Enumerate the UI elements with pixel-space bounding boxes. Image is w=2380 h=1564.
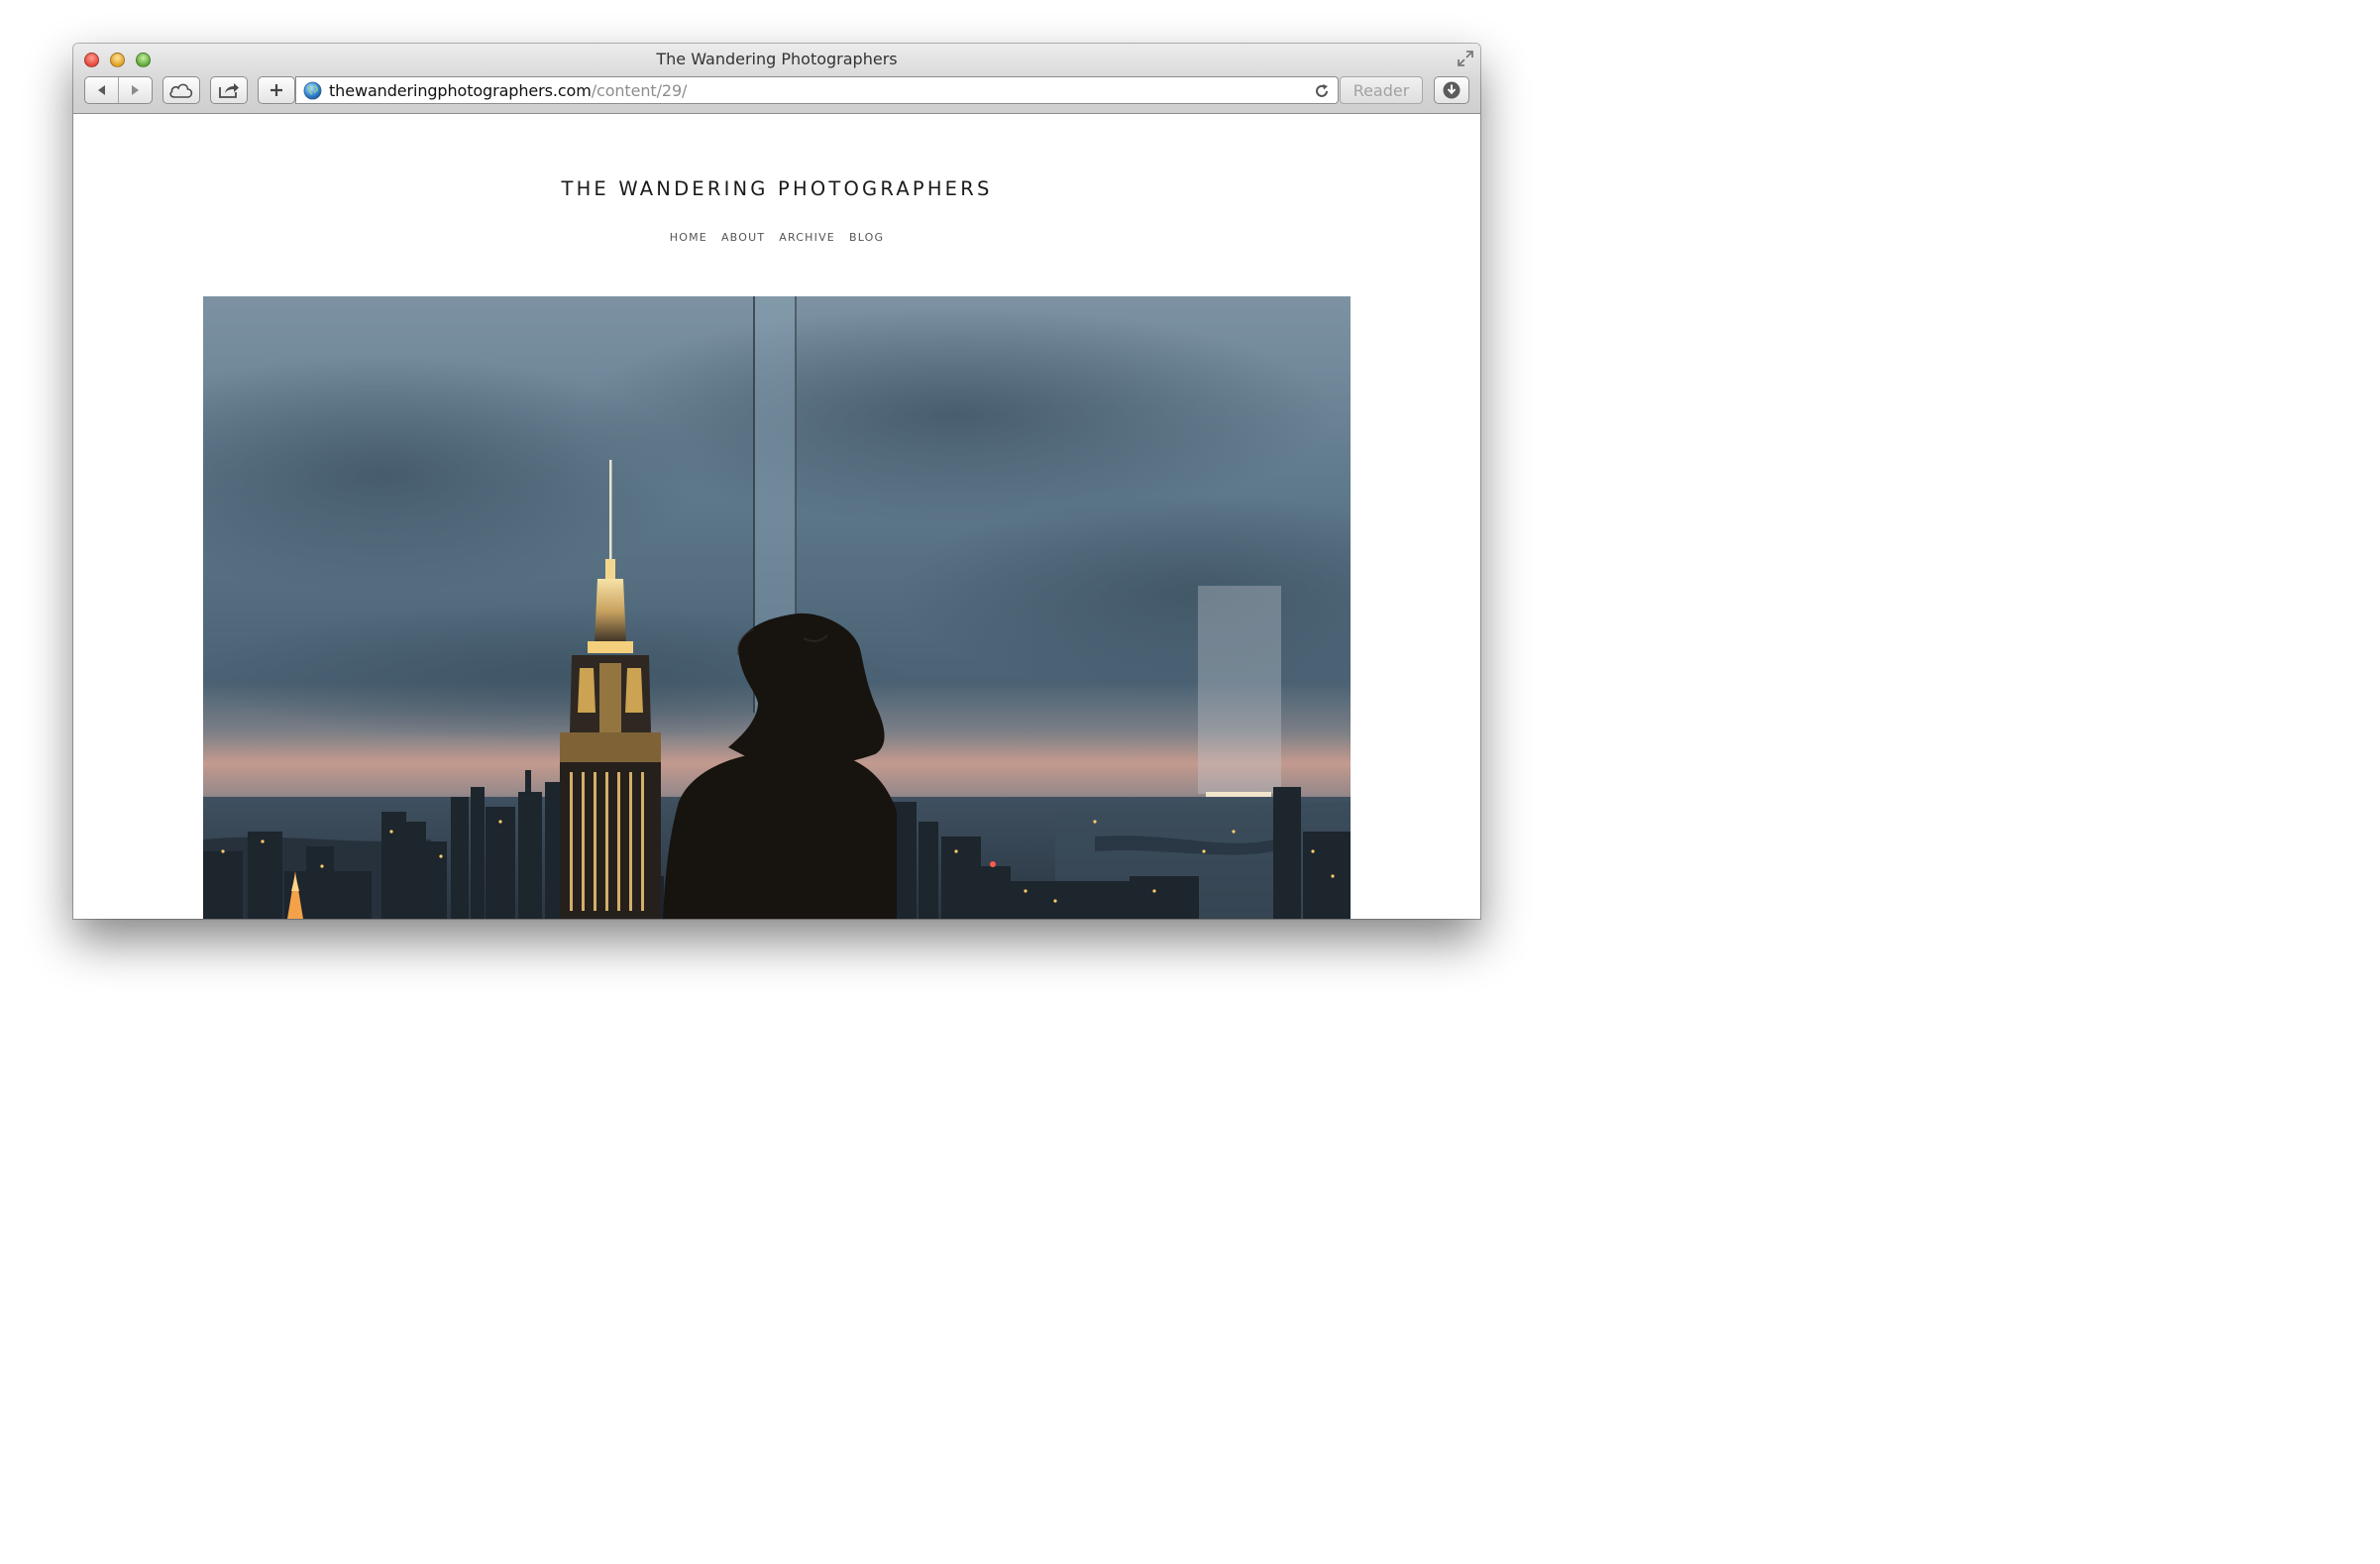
reader-button[interactable]: Reader	[1340, 76, 1423, 104]
share-button[interactable]	[210, 76, 248, 104]
back-button[interactable]	[85, 77, 118, 103]
city-skyline-photo	[203, 296, 1351, 919]
nav-blog-link[interactable]: BLOG	[849, 231, 884, 244]
url-host: thewanderingphotographers.com	[329, 81, 592, 100]
hero-photo	[203, 296, 1351, 919]
url-path: /content/29/	[591, 81, 688, 100]
site-title[interactable]: THE WANDERING PHOTOGRAPHERS	[73, 177, 1480, 200]
address-bar[interactable]: thewanderingphotographers.com/content/29…	[295, 76, 1339, 104]
back-forward-buttons	[84, 76, 153, 104]
share-icon	[219, 83, 239, 98]
forward-arrow-icon	[132, 85, 140, 95]
back-arrow-icon	[97, 85, 105, 95]
add-bookmark-button[interactable]	[258, 76, 295, 104]
nav-about-link[interactable]: ABOUT	[721, 231, 765, 244]
icloud-tabs-button[interactable]	[162, 76, 200, 104]
site-nav: HOME ABOUT ARCHIVE BLOG	[73, 231, 1480, 244]
window-title: The Wandering Photographers	[656, 50, 898, 68]
web-page: THE WANDERING PHOTOGRAPHERS HOME ABOUT A…	[73, 114, 1480, 919]
add-bookmark-icon	[270, 84, 282, 96]
nav-archive-link[interactable]: ARCHIVE	[779, 231, 835, 244]
downloads-icon	[1443, 81, 1460, 99]
url-text[interactable]: thewanderingphotographers.com/content/29…	[329, 81, 687, 100]
browser-toolbar: The Wandering Photographers thewandering…	[73, 44, 1480, 114]
icloud-tabs-icon	[169, 83, 193, 98]
downloads-button[interactable]	[1434, 76, 1469, 104]
browser-window: The Wandering Photographers thewandering…	[73, 44, 1480, 919]
reload-icon[interactable]	[1314, 83, 1330, 99]
globe-icon	[303, 81, 322, 100]
nav-home-link[interactable]: HOME	[670, 231, 707, 244]
fullscreen-icon[interactable]	[1457, 50, 1474, 67]
forward-button[interactable]	[119, 77, 152, 103]
